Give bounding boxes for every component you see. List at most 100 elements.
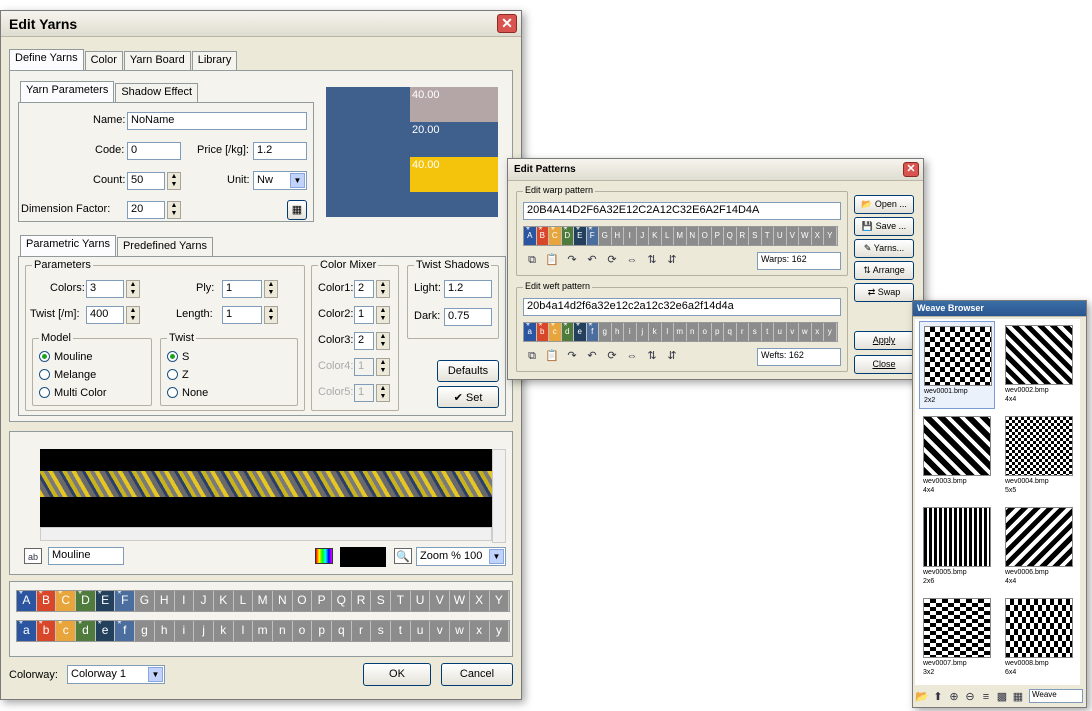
yarn-letter-cell[interactable]: X <box>811 227 824 245</box>
yarn-letter-cell[interactable]: m <box>674 323 687 341</box>
yarn-letter-cell[interactable]: X <box>469 591 490 611</box>
yarn-letter-cell[interactable]: o <box>699 323 712 341</box>
yarn-letter-cell[interactable]: R <box>351 591 372 611</box>
redo-icon[interactable]: ↷ <box>563 252 581 268</box>
yarn-letter-cell[interactable]: * e <box>574 323 587 341</box>
yarn-letter-cell[interactable]: L <box>233 591 254 611</box>
yarn-letter-cell[interactable]: w <box>799 323 812 341</box>
length-field[interactable]: 1 <box>222 306 262 324</box>
yarn-letter-cell[interactable]: P <box>711 227 724 245</box>
yarn-letter-cell[interactable]: v <box>786 323 799 341</box>
yarn-letter-cell[interactable]: j <box>636 323 649 341</box>
yarn-letter-cell[interactable]: u <box>410 621 431 641</box>
yarn-letter-cell[interactable]: n <box>686 323 699 341</box>
yarn-letter-cell[interactable]: j <box>194 621 214 641</box>
code-field[interactable]: 0 <box>127 142 181 160</box>
undo-icon[interactable]: ↶ <box>583 348 601 364</box>
yarns-button[interactable]: ✎ Yarns... <box>854 239 914 258</box>
model-mouline-radio[interactable]: Mouline <box>39 351 93 363</box>
yarn-letter-cell[interactable]: * a <box>17 621 37 641</box>
yarn-letter-cell[interactable]: x <box>469 621 490 641</box>
zoom-select[interactable]: Zoom % 100 ▼ <box>416 547 506 566</box>
yarn-letter-cell[interactable]: l <box>661 323 674 341</box>
tab-color[interactable]: Color <box>84 51 123 70</box>
twist-spinner[interactable]: ▲ ▼ <box>126 306 140 324</box>
yarn-letter-cell[interactable]: * d <box>76 621 96 641</box>
yarn-letter-cell[interactable]: * D <box>76 591 96 611</box>
yarn-letter-cell[interactable]: q <box>724 323 737 341</box>
yarn-letter-cell[interactable]: Q <box>724 227 737 245</box>
weave-thumbnail[interactable]: wev0004.bmp 5x5 <box>1001 412 1077 500</box>
yarn-letter-cell[interactable]: * A <box>17 591 37 611</box>
close-icon[interactable]: ✕ <box>903 162 919 177</box>
yarn-letter-cell[interactable]: r <box>736 323 749 341</box>
yarn-letter-cell[interactable]: R <box>736 227 749 245</box>
yarn-letter-cell[interactable]: u <box>774 323 787 341</box>
yarn-letter-cell[interactable]: k <box>213 621 234 641</box>
yarn-letter-cell[interactable]: * F <box>586 227 599 245</box>
weave-thumbnail[interactable]: wev0006.bmp 4x4 <box>1001 503 1077 591</box>
yarn-letter-cell[interactable]: w <box>450 621 470 641</box>
yarn-letter-cell[interactable]: v <box>430 621 451 641</box>
yarn-letter-cell[interactable]: y <box>824 323 837 341</box>
warp-pattern-field[interactable]: 20B4A14D2F6A32E12C2A12C32E6A2F14D4A <box>523 202 841 220</box>
copy-icon[interactable]: ⧉ <box>523 348 541 364</box>
save-button[interactable]: 💾 Save ... <box>854 217 914 236</box>
yarn-letter-cell[interactable]: * d <box>561 323 574 341</box>
ok-button[interactable]: OK <box>363 663 431 686</box>
mirror-icon[interactable]: ⇔ <box>623 348 641 364</box>
yarn-letter-cell[interactable]: O <box>292 591 313 611</box>
dimension-factor-field[interactable]: 20 <box>127 201 165 219</box>
yarn-letter-cell[interactable]: U <box>774 227 787 245</box>
yarn-letter-cell[interactable]: * E <box>95 591 116 611</box>
swap-button[interactable]: ⇄ Swap <box>854 283 914 302</box>
weave-thumbnail[interactable]: wev0008.bmp 6x4 <box>1001 594 1077 682</box>
yarn-letter-cell[interactable]: n <box>272 621 293 641</box>
tab-yarn-board[interactable]: Yarn Board <box>123 51 191 70</box>
yarn-letter-cell[interactable]: * b <box>536 323 549 341</box>
yarn-letter-cell[interactable]: M <box>674 227 687 245</box>
tab-define-yarns[interactable]: Define Yarns <box>9 49 84 70</box>
yarn-letter-cell[interactable]: U <box>410 591 431 611</box>
yarn-letter-cell[interactable]: T <box>761 227 774 245</box>
yarn-letter-cell[interactable]: g <box>599 323 612 341</box>
yarn-letter-cell[interactable]: l <box>233 621 254 641</box>
tab-predefined-yarns[interactable]: Predefined Yarns <box>116 237 213 256</box>
unit-select[interactable]: Nw ▼ <box>253 171 307 190</box>
yarn-letter-cell[interactable]: Y <box>824 227 837 245</box>
yarn-letter-cell[interactable]: I <box>174 591 195 611</box>
count-spinner[interactable]: ▲ ▼ <box>167 172 181 190</box>
count-field[interactable]: 50 <box>127 172 165 190</box>
yarn-letter-cell[interactable]: O <box>699 227 712 245</box>
arrange-button[interactable]: ⇅ Arrange <box>854 261 914 280</box>
zoom-in-icon[interactable]: ⊕ <box>947 689 961 705</box>
yarn-letter-cell[interactable]: * F <box>115 591 136 611</box>
paste-icon[interactable]: 📋 <box>543 348 561 364</box>
weave-thumbnail[interactable]: wev0001.bmp 2x2 <box>919 321 995 409</box>
defaults-button[interactable]: Defaults <box>437 360 499 382</box>
yarn-letter-cell[interactable]: G <box>135 591 155 611</box>
yarn-letter-cell[interactable]: t <box>391 621 411 641</box>
yarn-letter-cell[interactable]: h <box>611 323 624 341</box>
yarn-letter-cell[interactable]: t <box>761 323 774 341</box>
yarn-letter-cell[interactable]: p <box>711 323 724 341</box>
redo-icon[interactable]: ↷ <box>563 348 581 364</box>
mirror-icon[interactable]: ⇔ <box>623 252 641 268</box>
rotate-icon[interactable]: ⟳ <box>603 252 621 268</box>
weave-thumbnail[interactable]: wev0005.bmp 2x6 <box>919 503 995 591</box>
yarn-letter-cell[interactable]: L <box>661 227 674 245</box>
light-field[interactable]: 1.2 <box>444 280 492 298</box>
yarn-letter-cell[interactable]: * a <box>524 323 537 341</box>
yarn-letter-cell[interactable]: * f <box>586 323 599 341</box>
copy-icon[interactable]: ⧉ <box>523 252 541 268</box>
undo-icon[interactable]: ↶ <box>583 252 601 268</box>
yarn-letter-cell[interactable]: K <box>213 591 234 611</box>
paste-icon[interactable]: 📋 <box>543 252 561 268</box>
yarn-letter-cell[interactable]: * b <box>36 621 57 641</box>
ply-spinner[interactable]: ▲ ▼ <box>264 280 278 298</box>
list-view-icon[interactable]: ≡ <box>979 689 993 705</box>
yarn-letter-cell[interactable]: s <box>371 621 392 641</box>
horizontal-scrollbar[interactable] <box>40 527 492 541</box>
yarn-letter-cell[interactable]: * D <box>561 227 574 245</box>
yarn-letter-cell[interactable]: W <box>450 591 470 611</box>
